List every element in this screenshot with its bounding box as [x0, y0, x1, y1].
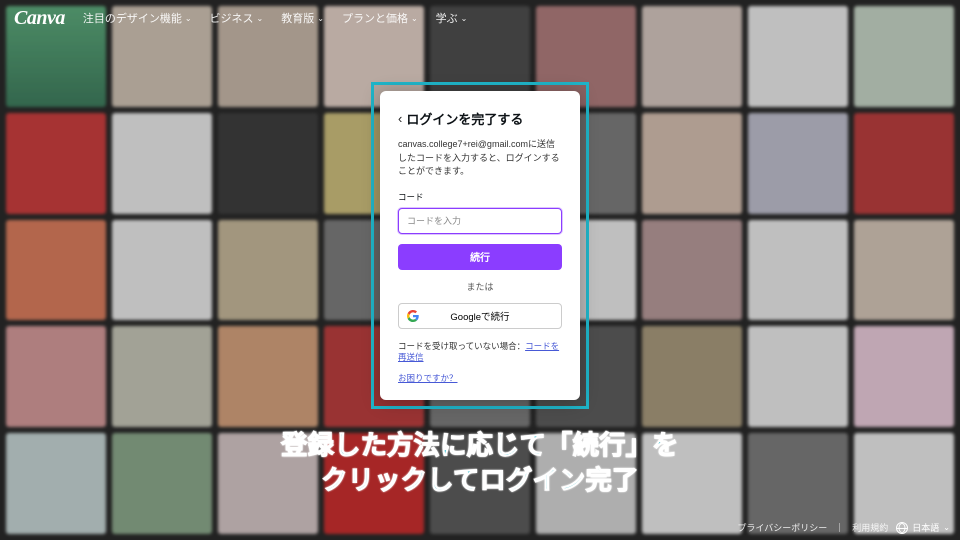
modal-title: ログインを完了する [406, 109, 523, 128]
globe-icon [896, 522, 908, 534]
login-modal-highlight: ‹ ログインを完了する canvas.college7+rei@gmail.co… [371, 82, 589, 409]
language-selector[interactable]: 日本語 ⌄ [896, 521, 950, 534]
nav-business[interactable]: ビジネス⌄ [210, 10, 264, 26]
continue-with-google-button[interactable]: Googleで続行 [398, 303, 562, 329]
caption-line-2: クリックしてログイン完了 [0, 463, 960, 498]
nav-education[interactable]: 教育版⌄ [281, 10, 324, 26]
google-button-label: Googleで続行 [450, 309, 509, 323]
chevron-down-icon: ⌄ [185, 14, 192, 23]
nav-plans-pricing[interactable]: プランと価格⌄ [342, 10, 418, 26]
login-modal: ‹ ログインを完了する canvas.college7+rei@gmail.co… [380, 91, 580, 400]
instruction-caption: 登録した方法に応じて「続行」を クリックしてログイン完了 [0, 428, 960, 498]
top-navigation: Canva 注目のデザイン機能⌄ ビジネス⌄ 教育版⌄ プランと価格⌄ 学ぶ⌄ [0, 0, 960, 36]
chevron-down-icon: ⌄ [411, 14, 418, 23]
nav-learn[interactable]: 学ぶ⌄ [436, 10, 468, 26]
caption-line-1: 登録した方法に応じて「続行」を [0, 428, 960, 463]
privacy-policy-link[interactable]: プライバシーポリシー [737, 521, 827, 534]
nav-featured-design[interactable]: 注目のデザイン機能⌄ [83, 10, 192, 26]
chevron-down-icon: ⌄ [461, 14, 468, 23]
footer: プライバシーポリシー ｜ 利用規約 日本語 ⌄ [737, 521, 950, 534]
back-button[interactable]: ‹ [398, 111, 402, 126]
resend-code-text: コードを受け取っていない場合：コードを再送信 [398, 341, 562, 365]
chevron-down-icon: ⌄ [943, 523, 950, 532]
help-link[interactable]: お困りですか？ [398, 372, 458, 384]
chevron-down-icon: ⌄ [257, 14, 264, 23]
terms-link[interactable]: 利用規約 [852, 521, 888, 534]
chevron-down-icon: ⌄ [317, 14, 324, 23]
code-input[interactable] [398, 208, 562, 234]
google-icon [407, 310, 419, 322]
modal-description: canvas.college7+rei@gmail.comに送信したコードを入力… [398, 138, 562, 179]
separator-or: または [398, 280, 562, 293]
code-field-label: コード [398, 191, 562, 203]
continue-button[interactable]: 続行 [398, 244, 562, 270]
canva-logo[interactable]: Canva [14, 7, 65, 30]
